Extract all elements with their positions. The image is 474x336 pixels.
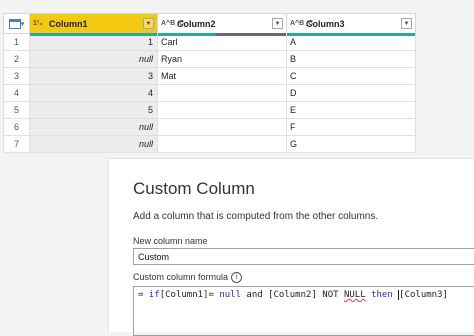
cell-column3[interactable]: A [286,33,416,51]
cell-column3[interactable]: E [286,101,416,119]
custom-column-dialog: Custom Column Add a column that is compu… [108,158,474,336]
cell-column3[interactable]: F [286,118,416,136]
cell-column2[interactable]: Carl [157,33,287,51]
column-header-column1[interactable]: 1²₃ Column1 ▼ [29,13,158,36]
info-icon[interactable]: i [231,272,243,284]
number-type-icon[interactable]: 1²₃ [33,20,49,27]
formula-if-keyword: if [148,290,160,300]
new-column-name-label: New column name [133,236,208,246]
row-number: 7 [3,135,30,153]
formula-label-row: Custom column formula i [133,272,243,284]
cell-column2[interactable] [157,101,287,119]
cell-column3[interactable]: G [286,135,416,153]
filter-dropdown-icon[interactable]: ▼ [143,18,154,29]
header-row: ▾ 1²₃ Column1 ▼ A^B_C Column2 ▼ A^B_C Co… [3,13,416,36]
new-column-name-value: Custom [138,251,170,262]
cell-column2[interactable] [157,135,287,153]
table-row[interactable]: 5 5 E [3,101,416,119]
table-icon [8,18,21,29]
formula-error-token: NULL [343,290,366,300]
table-row[interactable]: 4 4 D [3,84,416,102]
cell-column2[interactable] [157,118,287,136]
row-number: 6 [3,118,30,136]
table-row[interactable]: 1 1 Carl A [3,33,416,51]
cell-column2[interactable]: Ryan [157,50,287,68]
text-type-icon[interactable]: A^B_C [290,20,313,27]
column-header-label: Column2 [177,18,216,29]
table-row[interactable]: 6 null F [3,118,416,136]
row-number: 5 [3,101,30,119]
cell-column1[interactable]: 5 [29,101,158,119]
table-row[interactable]: 3 3 Mat C [3,67,416,85]
cell-column1[interactable]: null [29,135,158,153]
cell-column1[interactable]: null [29,118,158,136]
table-menu-button[interactable]: ▾ [3,13,30,34]
table-row[interactable]: 2 null Ryan B [3,50,416,68]
column-header-column2[interactable]: A^B_C Column2 ▼ [157,13,287,36]
column-header-label: Column3 [306,18,345,29]
chevron-down-icon: ▾ [20,20,25,28]
filter-dropdown-icon[interactable]: ▼ [272,18,283,29]
dialog-title: Custom Column [133,179,255,198]
new-column-name-input[interactable]: Custom [133,248,474,265]
cell-column1[interactable]: 1 [29,33,158,51]
formula-label: Custom column formula [133,272,229,282]
cell-column3[interactable]: D [286,84,416,102]
filter-dropdown-icon[interactable]: ▼ [401,18,412,29]
text-type-icon[interactable]: A^B_C [161,20,184,27]
formula-editor[interactable]: = if[Column1]= null and [Column2] NOT NU… [133,286,474,336]
table-row[interactable]: 7 null G [3,135,416,153]
cell-column3[interactable]: B [286,50,416,68]
row-number: 3 [3,67,30,85]
dialog-subtitle: Add a column that is computed from the o… [133,211,379,222]
cell-column1[interactable]: null [29,50,158,68]
row-number: 4 [3,84,30,102]
row-number: 2 [3,50,30,68]
data-grid: ▾ 1²₃ Column1 ▼ A^B_C Column2 ▼ A^B_C Co… [3,13,416,153]
cell-column1[interactable]: 3 [29,67,158,85]
formula-null-literal: null [219,290,241,300]
cell-column2[interactable] [157,84,287,102]
cell-column2[interactable]: Mat [157,67,287,85]
cell-column1[interactable]: 4 [29,84,158,102]
column-header-label: Column1 [49,18,88,29]
row-number: 1 [3,33,30,51]
cell-column3[interactable]: C [286,67,416,85]
column-header-column3[interactable]: A^B_C Column3 ▼ [286,13,416,36]
